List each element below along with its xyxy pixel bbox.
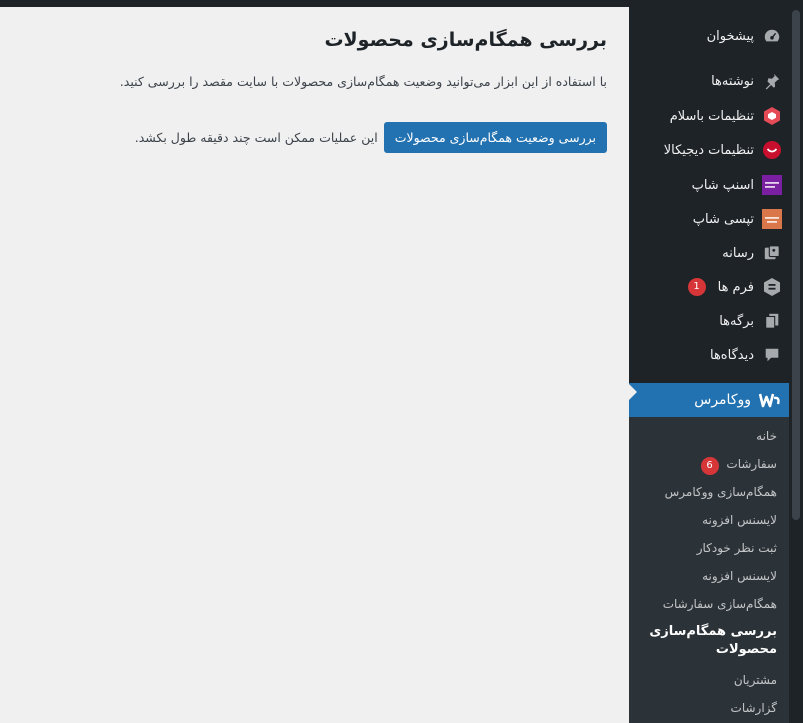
menu-item-label: تپسی شاپ bbox=[692, 211, 754, 227]
active-menu-arrow bbox=[629, 384, 637, 400]
submenu-item-product-sync-check[interactable]: بررسی همگام‌سازی محصولات bbox=[647, 623, 777, 659]
menu-item-label: پیشخوان bbox=[706, 28, 754, 44]
snappshop-icon bbox=[762, 175, 782, 195]
menu-item-digikala-settings[interactable]: تنظیمات دیجیکالا bbox=[632, 136, 782, 164]
main-content: بررسی همگام‌سازی محصولات با استفاده از ا… bbox=[0, 7, 629, 723]
forms-icon bbox=[762, 277, 782, 297]
woocommerce-icon bbox=[759, 390, 781, 410]
menu-item-posts[interactable]: نوشته‌ها bbox=[632, 67, 782, 95]
admin-sidebar: پیشخوان نوشته‌ها تنظیمات باسلام تنظیمات … bbox=[629, 7, 789, 723]
scrollbar-thumb[interactable] bbox=[792, 10, 800, 520]
forms-count-badge: 1 bbox=[687, 278, 706, 296]
menu-item-forms[interactable]: فرم ها 1 bbox=[632, 273, 782, 301]
media-icon bbox=[762, 243, 782, 263]
woocommerce-submenu: خانه سفارشات 6 همگام‌سازی ووکامرس لایسنس… bbox=[629, 417, 789, 723]
menu-item-comments[interactable]: دیدگاه‌ها bbox=[632, 341, 782, 369]
submenu-item-orders[interactable]: سفارشات 6 bbox=[637, 455, 777, 475]
menu-item-pages[interactable]: برگه‌ها bbox=[632, 307, 782, 335]
menu-item-tapsishop[interactable]: تپسی شاپ bbox=[632, 205, 782, 233]
menu-item-label: برگه‌ها bbox=[719, 313, 754, 329]
page-description: با استفاده از این ابزار می‌توانید وضعیت … bbox=[119, 74, 607, 89]
action-row: بررسی وضعیت همگام‌سازی محصولات این عملیا… bbox=[135, 122, 607, 153]
tapsishop-icon bbox=[762, 209, 782, 229]
menu-item-label: ووکامرس bbox=[694, 392, 751, 408]
pages-icon bbox=[762, 311, 782, 331]
menu-item-dashboard[interactable]: پیشخوان bbox=[632, 22, 782, 50]
menu-item-basalam-settings[interactable]: تنظیمات باسلام bbox=[632, 102, 782, 130]
submenu-item-plugin-license[interactable]: لایسنس افزونه bbox=[637, 511, 777, 529]
menu-item-label: فرم ها bbox=[717, 279, 754, 295]
menu-item-snappshop[interactable]: اسنپ شاپ bbox=[632, 171, 782, 199]
submenu-item-woocommerce-sync[interactable]: همگام‌سازی ووکامرس bbox=[637, 483, 777, 501]
menu-item-media[interactable]: رسانه bbox=[632, 239, 782, 267]
check-sync-status-button[interactable]: بررسی وضعیت همگام‌سازی محصولات bbox=[383, 122, 607, 153]
page-title: بررسی همگام‌سازی محصولات bbox=[324, 29, 607, 51]
menu-item-label: دیدگاه‌ها bbox=[709, 347, 754, 363]
digikala-icon bbox=[762, 140, 782, 160]
submenu-item-reports[interactable]: گزارشات bbox=[637, 699, 777, 717]
menu-item-label: رسانه bbox=[722, 245, 754, 261]
menu-item-label: تنظیمات باسلام bbox=[669, 108, 754, 124]
dashboard-icon bbox=[762, 26, 782, 46]
submenu-item-customers[interactable]: مشتریان bbox=[637, 671, 777, 689]
pin-icon bbox=[762, 71, 782, 91]
admin-top-bar bbox=[0, 0, 803, 7]
menu-item-label: نوشته‌ها bbox=[711, 73, 754, 89]
submenu-item-plugin-license-2[interactable]: لایسنس افزونه bbox=[637, 567, 777, 585]
orders-count-badge: 6 bbox=[700, 457, 719, 475]
menu-item-label: تنظیمات دیجیکالا bbox=[663, 142, 754, 158]
basalam-icon bbox=[762, 106, 782, 126]
submenu-item-label: سفارشات bbox=[726, 457, 777, 471]
duration-note: این عملیات ممکن است چند دقیقه طول بکشد. bbox=[134, 130, 378, 145]
submenu-item-orders-sync[interactable]: همگام‌سازی سفارشات bbox=[637, 595, 777, 613]
menu-item-label: اسنپ شاپ bbox=[691, 177, 754, 193]
menu-item-woocommerce[interactable]: ووکامرس bbox=[629, 383, 789, 417]
comments-icon bbox=[762, 345, 782, 365]
submenu-item-auto-review[interactable]: ثبت نظر خودکار bbox=[637, 539, 777, 557]
submenu-item-home[interactable]: خانه bbox=[637, 427, 777, 445]
